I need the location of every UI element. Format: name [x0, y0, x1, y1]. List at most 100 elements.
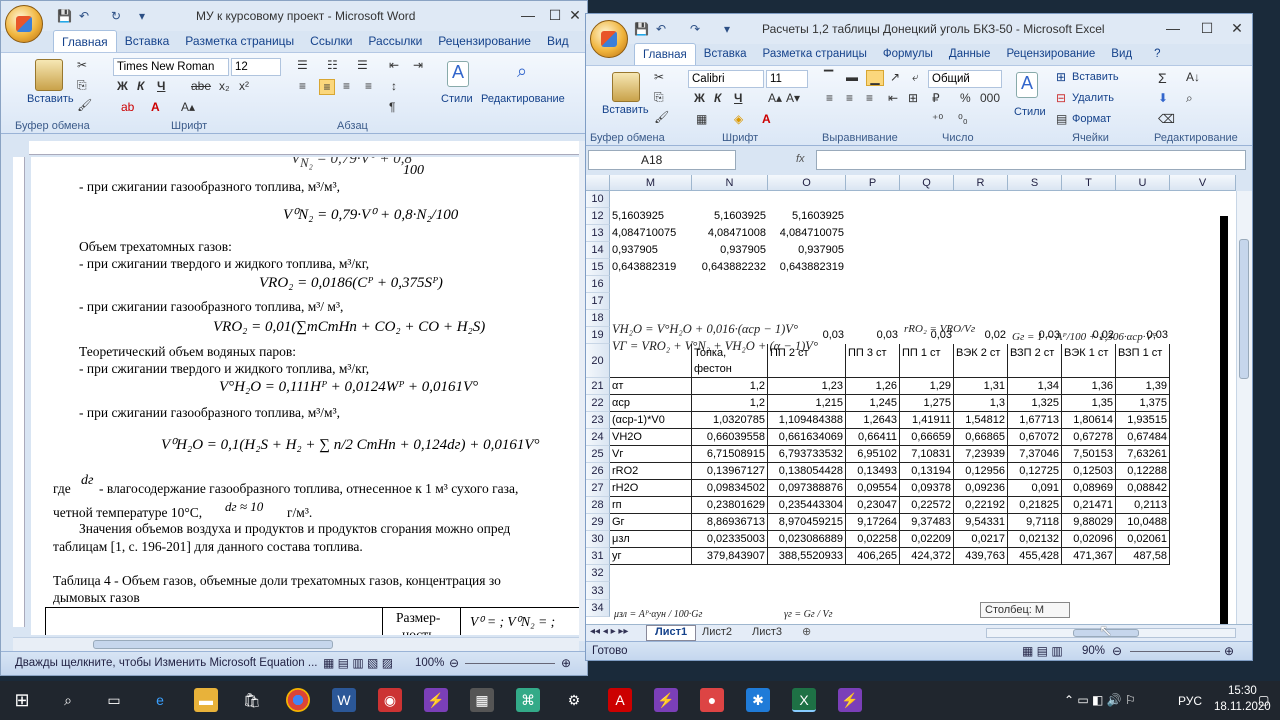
tab-insert[interactable]: Вставка	[117, 30, 178, 52]
excel-tab-home[interactable]: Главная	[634, 43, 696, 65]
app-icon-1[interactable]: ◉	[378, 688, 402, 712]
numbering-icon[interactable]: ☷	[327, 58, 338, 72]
app-icon-2[interactable]: ⚡	[424, 688, 448, 712]
cell-S26[interactable]: 0,12725	[1008, 463, 1062, 480]
col-header-M[interactable]: M	[610, 175, 692, 191]
cell-R27[interactable]: 0,09236	[954, 480, 1008, 497]
format-painter-icon[interactable]: 🖌	[77, 98, 92, 112]
cell-T34[interactable]	[1062, 600, 1116, 617]
select-all-corner[interactable]	[586, 175, 610, 191]
cell-S13[interactable]	[1008, 225, 1062, 242]
cell-S29[interactable]: 9,7118	[1008, 514, 1062, 531]
cell-S28[interactable]: 0,21825	[1008, 497, 1062, 514]
cell-V20[interactable]	[1170, 344, 1236, 378]
cell-P16[interactable]	[846, 276, 900, 293]
cell-T21[interactable]: 1,36	[1062, 378, 1116, 395]
currency-icon[interactable]: ₽	[932, 91, 940, 105]
cell-N19[interactable]	[692, 327, 768, 344]
fill-color-icon[interactable]: ◈	[734, 112, 743, 126]
cell-S16[interactable]	[1008, 276, 1062, 293]
word-zoom-slider[interactable]	[465, 663, 555, 664]
cell-V14[interactable]	[1170, 242, 1236, 259]
cell-M12[interactable]: 5,1603925	[610, 208, 692, 225]
excel-copy-icon[interactable]: ⎘	[654, 90, 664, 105]
cell-U16[interactable]	[1116, 276, 1170, 293]
cell-M10[interactable]	[610, 191, 692, 208]
cell-P26[interactable]: 0,13493	[846, 463, 900, 480]
cell-T10[interactable]	[1062, 191, 1116, 208]
excel-tab-review[interactable]: Рецензирование	[998, 43, 1103, 65]
cell-S21[interactable]: 1,34	[1008, 378, 1062, 395]
cell-V24[interactable]	[1170, 429, 1236, 446]
editing-button[interactable]: Редактирование	[481, 93, 565, 105]
cell-M23[interactable]: (αср-1)*V0	[610, 412, 692, 429]
cell-S15[interactable]	[1008, 259, 1062, 276]
formula-bar[interactable]	[816, 150, 1246, 170]
cell-S33[interactable]	[1008, 582, 1062, 600]
insert-cells-button[interactable]: Вставить	[1072, 71, 1119, 83]
tab-mailings[interactable]: Рассылки	[360, 30, 430, 52]
row-header[interactable]: 12	[586, 208, 610, 225]
calculator-icon[interactable]: ▦	[470, 688, 494, 712]
cell-V28[interactable]	[1170, 497, 1236, 514]
excel-decrease-indent-icon[interactable]: ⇤	[888, 91, 898, 105]
cell-O26[interactable]: 0,138054428	[768, 463, 846, 480]
excel-font-color-icon[interactable]: A	[762, 112, 771, 126]
cell-Q20[interactable]: ПП 1 ст	[900, 344, 954, 378]
spreadsheet-grid[interactable]: VH₂O = V°H₂O + 0,016·(αср − 1)V° VГ = VR…	[586, 191, 1236, 624]
cell-N25[interactable]: 6,71508915	[692, 446, 768, 463]
cell-S18[interactable]	[1008, 310, 1062, 327]
view-buttons-icon[interactable]: ▦ ▤ ▥ ▧ ▨	[323, 656, 393, 670]
chrome-icon[interactable]	[286, 688, 310, 712]
delete-cells-icon[interactable]: ⊟	[1056, 91, 1066, 105]
cell-U28[interactable]: 0,2113	[1116, 497, 1170, 514]
number-format-box[interactable]: Общий	[928, 70, 1002, 88]
row-header[interactable]: 29	[586, 514, 610, 531]
cell-N14[interactable]: 0,937905	[692, 242, 768, 259]
cell-Q17[interactable]	[900, 293, 954, 310]
cell-R13[interactable]	[954, 225, 1008, 242]
styles-icon[interactable]: A	[447, 61, 469, 87]
cell-O27[interactable]: 0,097388876	[768, 480, 846, 497]
cell-M34[interactable]	[610, 600, 692, 617]
cell-Q22[interactable]: 1,275	[900, 395, 954, 412]
cell-P23[interactable]: 1,2643	[846, 412, 900, 429]
word-document-page[interactable]: VN₂ = 0,79·V° + 0,8 100 - при сжигании г…	[31, 157, 579, 635]
store-icon[interactable]: 🛍	[240, 688, 264, 712]
row-header[interactable]: 31	[586, 548, 610, 565]
row-header[interactable]: 26	[586, 463, 610, 480]
cell-S31[interactable]: 455,428	[1008, 548, 1062, 565]
word-taskbar-icon[interactable]: W	[332, 688, 356, 712]
cell-P20[interactable]: ПП 3 ст	[846, 344, 900, 378]
cell-R14[interactable]	[954, 242, 1008, 259]
sort-filter-icon[interactable]: A↓	[1186, 70, 1200, 84]
clear-icon[interactable]: ⌫	[1158, 112, 1175, 126]
excel-close-icon[interactable]: ✕	[1220, 14, 1252, 42]
cell-N26[interactable]: 0,13967127	[692, 463, 768, 480]
cell-M14[interactable]: 0,937905	[610, 242, 692, 259]
row-header[interactable]: 23	[586, 412, 610, 429]
row-header[interactable]: 32	[586, 565, 610, 582]
cell-M17[interactable]	[610, 293, 692, 310]
row-header[interactable]: 28	[586, 497, 610, 514]
cell-T18[interactable]	[1062, 310, 1116, 327]
name-box[interactable]: A18	[588, 150, 736, 170]
excel-align-center-icon[interactable]: ≡	[846, 91, 853, 105]
cell-U12[interactable]	[1116, 208, 1170, 225]
font-size-box[interactable]: 12	[231, 58, 281, 76]
cell-M15[interactable]: 0,643882319	[610, 259, 692, 276]
word-hscroll-thumb[interactable]	[93, 640, 333, 649]
cell-U15[interactable]	[1116, 259, 1170, 276]
thousands-separator-icon[interactable]: 000	[980, 91, 1000, 105]
autosum-icon[interactable]: Σ	[1158, 70, 1167, 86]
cell-R24[interactable]: 0,66865	[954, 429, 1008, 446]
excel-bold-icon[interactable]: Ж	[694, 91, 705, 105]
excel-minimize-icon[interactable]: —	[1156, 14, 1190, 42]
align-bottom-icon[interactable]: ▁	[866, 70, 884, 86]
cell-P33[interactable]	[846, 582, 900, 600]
row-header[interactable]: 34	[586, 600, 610, 617]
italic-icon[interactable]: К	[137, 79, 144, 93]
paste-button[interactable]: Вставить	[27, 93, 74, 105]
cell-M30[interactable]: μзл	[610, 531, 692, 548]
cell-O22[interactable]: 1,215	[768, 395, 846, 412]
